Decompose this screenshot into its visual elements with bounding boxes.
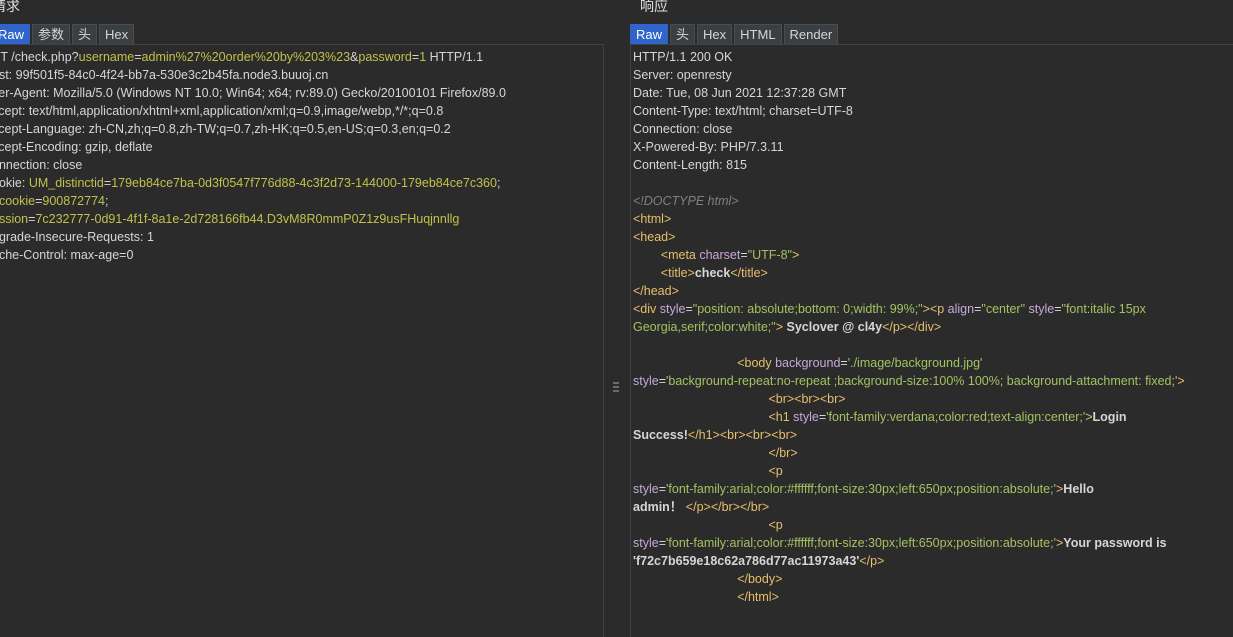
request-tabs: Raw 参数 头 Hex <box>0 24 136 44</box>
param-key-username: username <box>78 50 135 64</box>
p2-text-line: 'f72c7b659e18c62a786d77ac11973a43'</p> <box>633 554 885 568</box>
h1-text-a: Login <box>1092 410 1127 424</box>
splitter-handle[interactable] <box>613 380 619 400</box>
p1-text-line: admin！ </p></br></br> <box>633 500 770 514</box>
cookie-value-cookie: 900872774 <box>42 194 105 208</box>
header-upgrade-insecure: pgrade-Insecure-Requests: 1 <box>0 230 154 244</box>
cookie-line-2: _cookie=900872774; <box>0 192 506 210</box>
cookie-key-um: UM_distinctid <box>28 176 104 190</box>
cookie-value-um: 179eb84ce7ba-0d3f0547f776d88-4c3f2d73-14… <box>111 176 497 190</box>
header-cookie: ookie: UM_distinctid=179eb84ce7ba-0d3f05… <box>0 174 506 192</box>
tab-raw[interactable]: Raw <box>0 24 31 44</box>
tab-headers[interactable]: 头 <box>670 24 696 44</box>
body-line: <body background='./image/background.jpg… <box>737 356 983 370</box>
header-server: Server: openresty <box>633 68 732 82</box>
p2-style-line: style='font-family:arial;color:#ffffff;f… <box>633 536 1167 550</box>
p2-open-line: <p <box>768 518 783 532</box>
header-user-agent: ser-Agent: Mozilla/5.0 (Windows NT 10.0;… <box>0 86 506 100</box>
div-line-2: Georgia,serif;color:white;"> Syclover @ … <box>633 320 942 334</box>
tab-render[interactable]: Render <box>783 24 839 44</box>
cookie-line-3: ession=7c232777-0d91-4f1f-8a1e-2d728166f… <box>0 210 506 228</box>
cookie-key-session: ession <box>0 212 29 226</box>
request-editor[interactable]: ET /check.php?username=admin%27%20order%… <box>0 44 604 637</box>
p-text: Syclover @ cl4y <box>783 320 883 334</box>
http-version: HTTP/1.1 <box>426 50 484 64</box>
header-accept-language: ccept-Language: zh-CN,zh;q=0.8,zh-TW;q=0… <box>0 122 451 136</box>
p-align-value: "center" <box>981 302 1026 316</box>
br-line: <br><br><br> <box>768 392 846 406</box>
p2-text-a: Your password is <box>1063 536 1167 550</box>
tab-hex[interactable]: Hex <box>697 24 733 44</box>
header-accept-encoding: ccept-Encoding: gzip, deflate <box>0 140 153 154</box>
status-line: HTTP/1.1 200 OK <box>633 50 733 64</box>
header-content-type: Content-Type: text/html; charset=UTF-8 <box>633 104 853 118</box>
p1-style-value: 'font-family:arial;color:#ffffff;font-si… <box>666 482 1056 496</box>
p-style-value-a: "font:italic 15px <box>1061 302 1146 316</box>
html-close: </html> <box>737 590 779 604</box>
header-x-powered-by: X-Powered-By: PHP/7.3.11 <box>633 140 784 154</box>
html-doctype: <!DOCTYPE html> <box>633 194 739 208</box>
p1-style-line: style='font-family:arial;color:#ffffff;f… <box>633 482 1094 496</box>
br-close-line: </br> <box>768 446 798 460</box>
meta-line: <meta charset="UTF-8"> <box>660 248 800 262</box>
header-date: Date: Tue, 08 Jun 2021 12:37:28 GMT <box>633 86 847 100</box>
head-close: </head> <box>633 284 679 298</box>
head-open: <head> <box>633 230 676 244</box>
p2-text-b: 'f72c7b659e18c62a786d77ac11973a43' <box>633 554 860 568</box>
response-pane: 响应 Raw 头 Hex HTML Render HTTP/1.1 200 OK… <box>630 0 1233 637</box>
h1-line-2: Success!</h1><br><br><br> <box>633 428 798 442</box>
cookie-label: ookie: <box>0 176 26 190</box>
tab-html[interactable]: HTML <box>734 24 782 44</box>
div-style-value: "position: absolute;bottom: 0;width: 99%… <box>692 302 923 316</box>
p-style-value-b: Georgia,serif;color:white;" <box>633 320 776 334</box>
body-style-value: 'background-repeat:no-repeat ;background… <box>666 374 1178 388</box>
cookie-value-session: 7c232777-0d91-4f1f-8a1e-2d728166fb44.D3v… <box>35 212 460 226</box>
response-text: HTTP/1.1 200 OK Server: openresty Date: … <box>633 48 1185 606</box>
title-line: <title>check</title> <box>660 266 768 280</box>
response-editor[interactable]: HTTP/1.1 200 OK Server: openresty Date: … <box>630 44 1233 637</box>
tab-hex[interactable]: Hex <box>99 24 135 44</box>
param-value-username: admin%27%20order%20by%203%23 <box>141 50 351 64</box>
request-text: ET /check.php?username=admin%27%20order%… <box>0 48 506 264</box>
h1-line: <h1 style='font-family:verdana;color:red… <box>768 410 1127 424</box>
request-title: 请求 <box>0 0 20 14</box>
body-line-2: style='background-repeat:no-repeat ;back… <box>633 374 1185 388</box>
header-cache-control: ache-Control: max-age=0 <box>0 248 134 262</box>
p1-text-b: admin！ <box>633 500 686 514</box>
body-background-value: './image/background.jpg' <box>847 356 983 370</box>
meta-charset-value: "UTF-8" <box>747 248 792 262</box>
header-connection: Connection: close <box>633 122 733 136</box>
div-line: <div style="position: absolute;bottom: 0… <box>633 302 1146 316</box>
request-line: ET /check.php?username=admin%27%20order%… <box>0 48 506 66</box>
h1-style-value: 'font-family:verdana;color:red;text-alig… <box>826 410 1086 424</box>
body-close: </body> <box>737 572 783 586</box>
header-host: ost: 99f501f5-84c0-4f24-bb7a-530e3c2b45f… <box>0 68 329 82</box>
p1-open-line: <p <box>768 464 783 478</box>
p1-text-a: Hello <box>1063 482 1094 496</box>
html-open: <html> <box>633 212 672 226</box>
request-pane: 请求 Raw 参数 头 Hex ET /check.php?username=a… <box>0 0 604 637</box>
cookie-key-cookie: _cookie <box>0 194 36 208</box>
tab-raw[interactable]: Raw <box>630 24 669 44</box>
header-content-length: Content-Length: 815 <box>633 158 747 172</box>
response-tabs: Raw 头 Hex HTML Render <box>630 24 840 44</box>
header-accept: ccept: text/html,application/xhtml+xml,a… <box>0 104 444 118</box>
pane-divider <box>604 0 630 637</box>
request-method-path: ET /check.php? <box>0 50 79 64</box>
header-connection: onnection: close <box>0 158 83 172</box>
param-key-password: password <box>358 50 412 64</box>
tab-params[interactable]: 参数 <box>32 24 71 44</box>
h1-text-b: Success! <box>633 428 688 442</box>
title-text: check <box>694 266 731 280</box>
response-title: 响应 <box>640 0 668 14</box>
p2-style-value: 'font-family:arial;color:#ffffff;font-si… <box>666 536 1056 550</box>
tab-headers[interactable]: 头 <box>72 24 98 44</box>
